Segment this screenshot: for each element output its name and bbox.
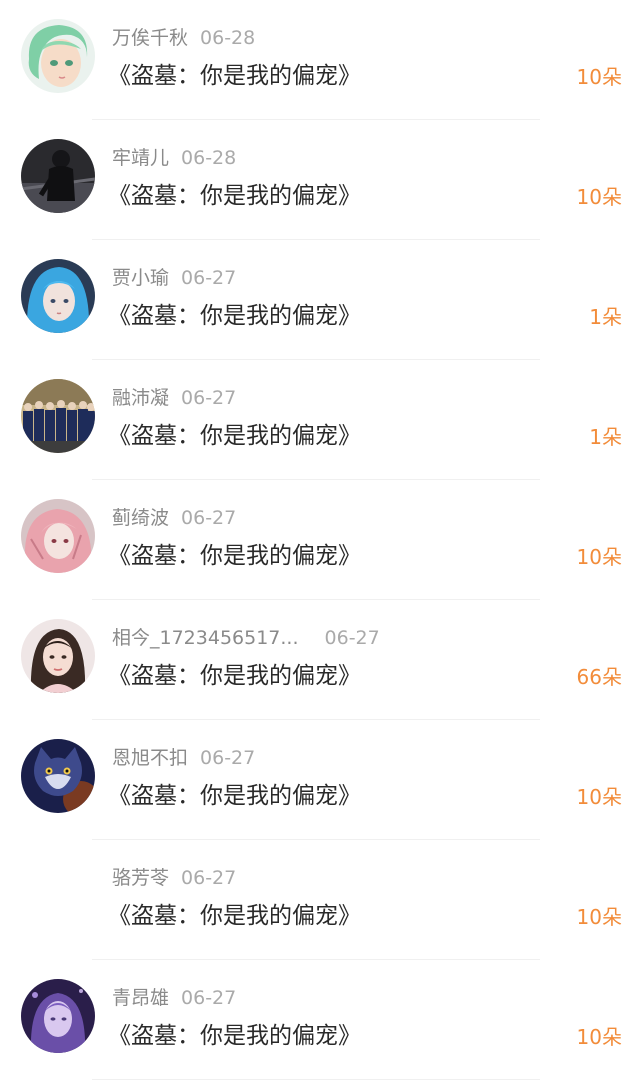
user-name[interactable]: 骆芳苓 [112,867,169,889]
gift-date: 06-27 [181,987,237,1009]
book-title[interactable]: 《盗墓：你是我的偏宠》 [108,898,361,934]
gift-amount: 10朵 [576,545,622,569]
book-title[interactable]: 《盗墓：你是我的偏宠》 [108,538,361,574]
girl-photo-avatar[interactable] [21,619,95,693]
row-meta: 万俟千秋 06-28 [112,23,255,53]
gift-amount: 1朵 [589,305,622,329]
user-name[interactable]: 万俟千秋 [112,27,188,49]
row-meta: 相今_1723456517... 06-27 [112,623,380,653]
row-meta: 青昂雄 06-27 [112,983,236,1013]
cat-avatar[interactable] [21,739,95,813]
gift-amount: 10朵 [576,785,622,809]
book-title[interactable]: 《盗墓：你是我的偏宠》 [108,1018,361,1054]
row-divider [92,1079,540,1080]
gift-amount: 10朵 [576,185,622,209]
gift-row[interactable]: 牢靖儿 06-28 《盗墓：你是我的偏宠》 10朵 [0,120,640,240]
user-name[interactable]: 青昂雄 [112,987,169,1009]
dark-figure-avatar[interactable] [21,139,95,213]
gift-row[interactable]: 融沛凝 06-27 《盗墓：你是我的偏宠》 1朵 [0,360,640,480]
user-name[interactable]: 融沛凝 [112,387,169,409]
gift-date: 06-28 [200,27,256,49]
purple-portrait-avatar[interactable] [21,979,95,1053]
book-title[interactable]: 《盗墓：你是我的偏宠》 [108,58,361,94]
user-name[interactable]: 恩旭不扣 [112,747,188,769]
user-name[interactable]: 牢靖儿 [112,147,169,169]
gift-record-list: 万俟千秋 06-28 《盗墓：你是我的偏宠》 10朵 牢靖儿 06-28 《盗墓：你… [0,0,640,1089]
row-meta: 融沛凝 06-27 [112,383,236,413]
book-title[interactable]: 《盗墓：你是我的偏宠》 [108,658,361,694]
user-name[interactable]: 蓟绮波 [112,507,169,529]
row-meta: 贾小瑜 06-27 [112,263,236,293]
gift-date: 06-27 [181,507,237,529]
user-name[interactable]: 贾小瑜 [112,267,169,289]
green-hair-avatar[interactable] [21,19,95,93]
gift-date: 06-27 [324,627,380,649]
book-title[interactable]: 《盗墓：你是我的偏宠》 [108,298,361,334]
gift-date: 06-27 [200,747,256,769]
blank-avatar[interactable] [21,859,95,933]
gift-amount: 66朵 [576,665,622,689]
book-title[interactable]: 《盗墓：你是我的偏宠》 [108,178,361,214]
row-meta: 蓟绮波 06-27 [112,503,236,533]
row-meta: 牢靖儿 06-28 [112,143,236,173]
gift-amount: 10朵 [576,65,622,89]
gift-row[interactable]: 骆芳苓 06-27 《盗墓：你是我的偏宠》 10朵 [0,840,640,960]
gift-amount: 10朵 [576,1025,622,1049]
row-meta: 骆芳苓 06-27 [112,863,236,893]
book-title[interactable]: 《盗墓：你是我的偏宠》 [108,778,361,814]
gift-amount: 10朵 [576,905,622,929]
gift-date: 06-28 [181,147,237,169]
gift-row[interactable]: 恩旭不扣 06-27 《盗墓：你是我的偏宠》 10朵 [0,720,640,840]
row-meta: 恩旭不扣 06-27 [112,743,255,773]
gift-amount: 1朵 [589,425,622,449]
book-title[interactable]: 《盗墓：你是我的偏宠》 [108,418,361,454]
group-photo-avatar[interactable] [21,379,95,453]
gift-row[interactable]: 万俟千秋 06-28 《盗墓：你是我的偏宠》 10朵 [0,0,640,120]
blue-hair-avatar[interactable] [21,259,95,333]
gift-date: 06-27 [181,867,237,889]
gift-date: 06-27 [181,267,237,289]
gift-date: 06-27 [181,387,237,409]
gift-row[interactable]: 相今_1723456517... 06-27 《盗墓：你是我的偏宠》 66朵 [0,600,640,720]
user-name[interactable]: 相今_1723456517... [112,627,299,649]
gift-row[interactable]: 贾小瑜 06-27 《盗墓：你是我的偏宠》 1朵 [0,240,640,360]
pink-hair-avatar[interactable] [21,499,95,573]
gift-row[interactable]: 青昂雄 06-27 《盗墓：你是我的偏宠》 10朵 [0,960,640,1080]
gift-row[interactable]: 蓟绮波 06-27 《盗墓：你是我的偏宠》 10朵 [0,480,640,600]
